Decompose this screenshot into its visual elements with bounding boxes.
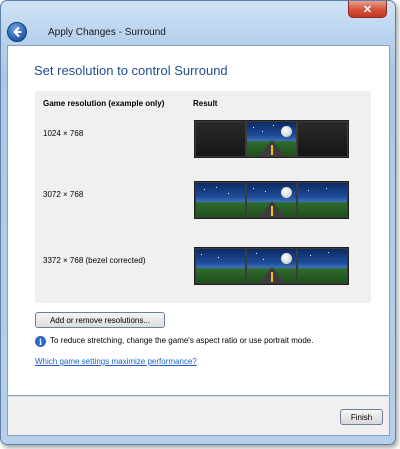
monitor-road-image-left — [196, 249, 245, 283]
moon-graphic — [281, 253, 292, 264]
info-icon: i — [35, 336, 46, 347]
window-title: Apply Changes - Surround — [48, 27, 166, 38]
column-header-resolution: Game resolution (example only) — [43, 99, 165, 108]
close-button[interactable]: ✕ — [348, 1, 387, 18]
monitor-road-image-center — [247, 183, 296, 217]
resolution-label-1024: 1024 × 768 — [43, 129, 84, 138]
result-screens-3072 — [194, 181, 349, 219]
monitor-road-image-right — [298, 183, 347, 217]
resolution-label-3072: 3072 × 768 — [43, 190, 84, 199]
page-title: Set resolution to control Surround — [34, 63, 228, 78]
monitor-road-image-right — [298, 249, 347, 283]
moon-graphic — [281, 126, 292, 137]
close-icon: ✕ — [362, 3, 373, 16]
result-screens-1024 — [194, 120, 349, 158]
title-bar: Apply Changes - Surround ✕ — [1, 1, 395, 45]
resolution-table: Game resolution (example only) Result 10… — [35, 91, 371, 303]
resolution-label-3372: 3372 × 768 (bezel corrected) — [43, 256, 146, 265]
content-area: Set resolution to control Surround Game … — [7, 45, 390, 396]
back-button[interactable] — [7, 22, 27, 42]
column-header-result: Result — [193, 99, 218, 108]
monitor-off — [298, 122, 347, 156]
back-arrow-icon — [13, 27, 22, 37]
footer-bar: Finish — [7, 396, 390, 436]
performance-settings-link[interactable]: Which game settings maximize performance… — [35, 357, 197, 366]
add-remove-resolutions-button[interactable]: Add or remove resolutions... — [35, 312, 165, 328]
moon-graphic — [281, 187, 292, 198]
monitor-road-image-left — [196, 183, 245, 217]
result-screens-3372 — [194, 247, 349, 285]
info-text: To reduce stretching, change the game's … — [50, 336, 314, 345]
window-frame: Apply Changes - Surround ✕ Set resolutio… — [0, 0, 396, 445]
monitor-road-image-center — [247, 249, 296, 283]
monitor-road-image — [247, 122, 296, 156]
finish-button[interactable]: Finish — [340, 409, 383, 425]
monitor-off — [196, 122, 245, 156]
